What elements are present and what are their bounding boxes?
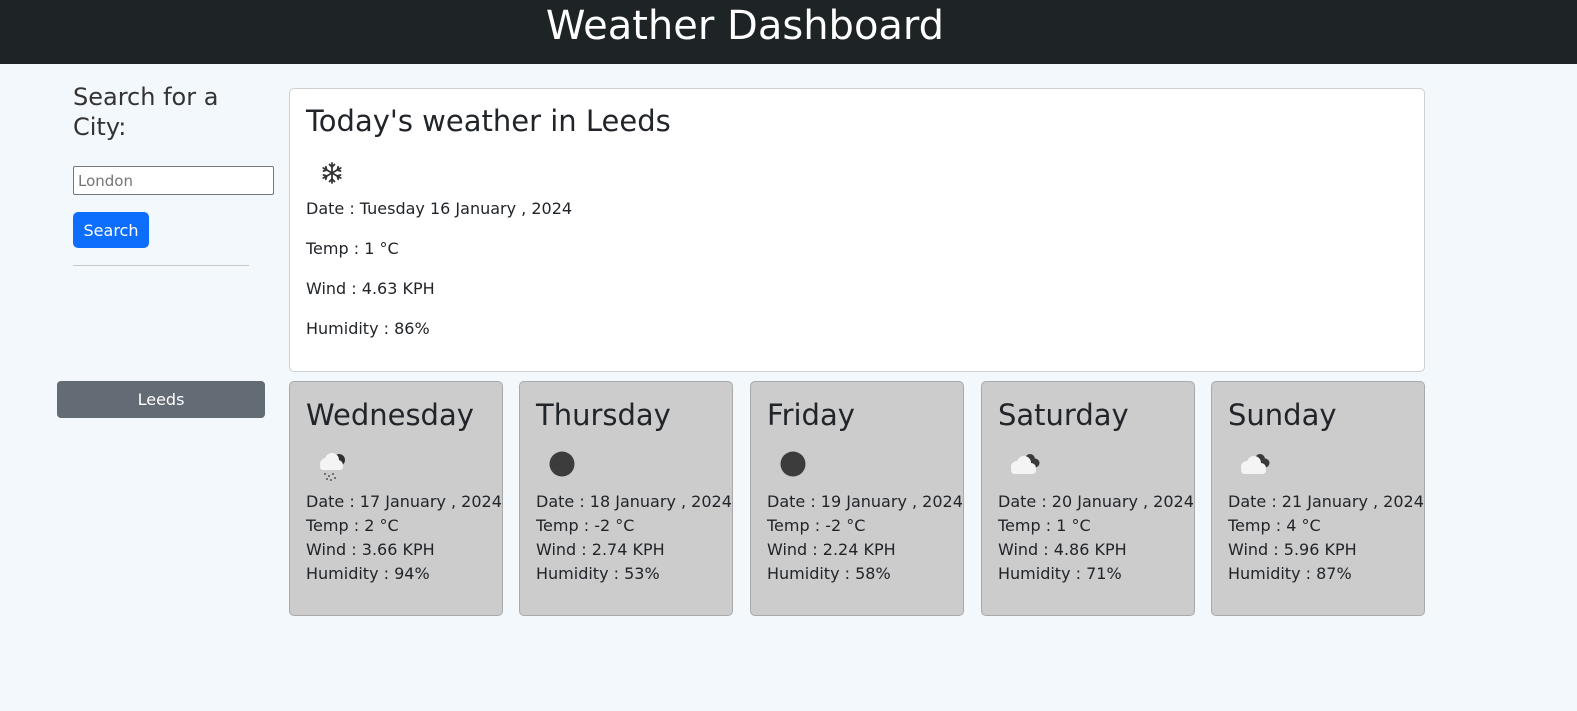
moon-icon	[780, 451, 806, 477]
forecast-temp: Temp : -2 °C	[767, 516, 866, 535]
forecast-wind: Wind : 5.96 KPH	[1228, 540, 1357, 559]
forecast-humidity: Humidity : 71%	[998, 564, 1122, 583]
forecast-date: Date : 20 January , 2024	[998, 492, 1194, 511]
forecast-day: Thursday	[536, 398, 671, 432]
forecast-temp: Temp : 4 °C	[1228, 516, 1321, 535]
forecast-humidity: Humidity : 94%	[306, 564, 430, 583]
forecast-date: Date : 17 January , 2024	[306, 492, 502, 511]
forecast-day: Wednesday	[306, 398, 474, 432]
forecast-humidity: Humidity : 87%	[1228, 564, 1352, 583]
search-button[interactable]: Search	[73, 212, 149, 248]
page-header: Weather Dashboard	[0, 0, 1577, 64]
forecast-wind: Wind : 2.24 KPH	[767, 540, 896, 559]
today-temp: Temp : 1 °C	[306, 239, 399, 258]
forecast-card: Sunday Date : 21 January , 2024 Temp : 4…	[1211, 381, 1425, 616]
forecast-card: Wednesday Date : 17 January , 2024 Temp …	[289, 381, 503, 616]
forecast-day: Friday	[767, 398, 855, 432]
forecast-card: Saturday Date : 20 January , 2024 Temp :…	[981, 381, 1195, 616]
page-title: Weather Dashboard	[545, 3, 945, 49]
today-date: Date : Tuesday 16 January , 2024	[306, 199, 573, 218]
today-wind: Wind : 4.63 KPH	[306, 279, 435, 298]
forecast-humidity: Humidity : 53%	[536, 564, 660, 583]
forecast-wind: Wind : 2.74 KPH	[536, 540, 665, 559]
cloudy-icon	[1011, 454, 1040, 474]
search-label: Search for a City:	[73, 83, 219, 141]
forecast-humidity: Humidity : 58%	[767, 564, 891, 583]
search-divider	[73, 265, 249, 266]
forecast-temp: Temp : -2 °C	[536, 516, 635, 535]
forecast-wind: Wind : 3.66 KPH	[306, 540, 435, 559]
snowflake-icon	[322, 162, 342, 184]
today-humidity: Humidity : 86%	[306, 319, 430, 338]
city-search-input[interactable]	[73, 166, 274, 195]
forecast-card: Thursday Date : 18 January , 2024 Temp :…	[519, 381, 733, 616]
forecast-date: Date : 18 January , 2024	[536, 492, 732, 511]
forecast-wind: Wind : 4.86 KPH	[998, 540, 1127, 559]
forecast-card: Friday Date : 19 January , 2024 Temp : -…	[750, 381, 964, 616]
today-title: Today's weather in Leeds	[306, 104, 671, 138]
forecast-day: Saturday	[998, 398, 1129, 432]
forecast-temp: Temp : 1 °C	[998, 516, 1091, 535]
today-weather-card: Today's weather in Leeds Date : Tuesday …	[289, 88, 1425, 372]
moon-icon	[549, 451, 575, 477]
forecast-date: Date : 19 January , 2024	[767, 492, 963, 511]
snow-cloud-icon	[320, 453, 345, 481]
forecast-date: Date : 21 January , 2024	[1228, 492, 1424, 511]
history-button-leeds[interactable]: Leeds	[57, 381, 265, 418]
forecast-temp: Temp : 2 °C	[306, 516, 399, 535]
forecast-day: Sunday	[1228, 398, 1337, 432]
cloudy-icon	[1241, 454, 1270, 474]
